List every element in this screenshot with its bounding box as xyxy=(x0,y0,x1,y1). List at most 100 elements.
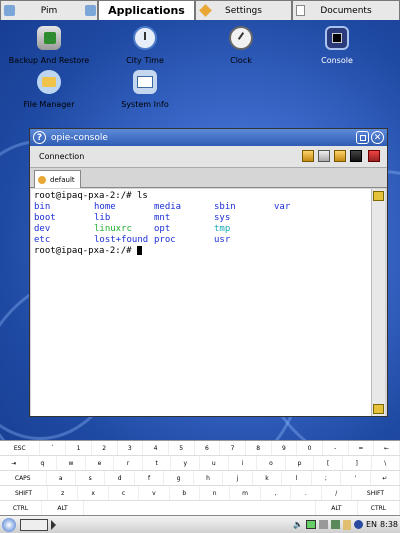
key[interactable]: 2 xyxy=(92,441,118,455)
key[interactable]: CTRL xyxy=(0,501,43,515)
key[interactable]: ; xyxy=(312,471,342,485)
key[interactable]: SHIFT xyxy=(0,486,49,500)
network-icon xyxy=(330,520,340,529)
keyboard-row: ⇥ q w e r t y u i o p[] \ xyxy=(0,456,400,471)
app-city-time[interactable]: City Time xyxy=(100,26,190,65)
space-key[interactable] xyxy=(84,501,316,515)
tab-default[interactable]: default xyxy=(34,170,81,188)
scroll-up-button[interactable] xyxy=(373,191,384,201)
key[interactable]: y xyxy=(171,456,201,470)
tab-applications[interactable]: Applications xyxy=(85,0,195,20)
display-icon xyxy=(353,520,363,529)
tab-pim[interactable]: Pim xyxy=(0,0,98,20)
key[interactable]: j xyxy=(223,471,253,485)
key[interactable]: \ xyxy=(372,456,400,470)
terminal-file-entry: dev xyxy=(34,224,51,234)
applications-icon xyxy=(85,5,96,16)
key[interactable]: s xyxy=(76,471,106,485)
key[interactable]: f xyxy=(135,471,165,485)
key[interactable]: z xyxy=(48,486,79,500)
key[interactable]: v xyxy=(139,486,170,500)
keyboard-toggle-icon[interactable] xyxy=(20,518,48,531)
maximize-button[interactable] xyxy=(356,131,369,144)
app-console[interactable]: Console xyxy=(292,26,382,65)
key[interactable]: ESC xyxy=(0,441,41,455)
key[interactable]: ← xyxy=(374,441,400,455)
terminal-output[interactable]: root@ipaq-pxa-2:/# ls bin home media sbin var… xyxy=(31,189,372,416)
help-button[interactable]: ? xyxy=(33,131,46,144)
close-button[interactable]: ✕ xyxy=(371,131,384,144)
launcher-tab-bar: Pim Applications Settings Documents xyxy=(0,0,400,20)
menu-connection[interactable]: Connection xyxy=(39,152,84,161)
keys-icon[interactable] xyxy=(350,150,362,162)
key[interactable]: ] xyxy=(343,456,372,470)
key[interactable]: - xyxy=(323,441,349,455)
key[interactable]: ALT xyxy=(42,501,85,515)
key[interactable]: 3 xyxy=(118,441,144,455)
key[interactable]: = xyxy=(349,441,375,455)
key[interactable]: a xyxy=(47,471,76,485)
terminal-icon[interactable] xyxy=(334,150,346,162)
key[interactable]: n xyxy=(200,486,231,500)
volume-icon[interactable]: 🔈 xyxy=(293,520,303,529)
key[interactable]: , xyxy=(261,486,292,500)
key[interactable]: p xyxy=(286,456,315,470)
fullscreen-icon[interactable] xyxy=(368,150,380,162)
key[interactable]: c xyxy=(109,486,140,500)
key[interactable]: g xyxy=(164,471,194,485)
opie-menu-button[interactable] xyxy=(2,517,16,532)
key[interactable]: e xyxy=(86,456,115,470)
key[interactable]: k xyxy=(253,471,283,485)
key[interactable]: 7 xyxy=(220,441,246,455)
key[interactable]: 9 xyxy=(272,441,298,455)
key[interactable]: m xyxy=(230,486,261,500)
key[interactable]: [ xyxy=(314,456,343,470)
tab-settings[interactable]: Settings xyxy=(195,0,292,20)
key[interactable]: 5 xyxy=(169,441,195,455)
key[interactable]: l xyxy=(282,471,312,485)
tab-documents[interactable]: Documents xyxy=(292,0,400,20)
terminal-file-entry: home xyxy=(94,202,116,212)
key[interactable]: w xyxy=(57,456,86,470)
key[interactable]: ' xyxy=(341,471,371,485)
app-system-info[interactable]: System Info xyxy=(100,70,190,109)
key[interactable]: CAPS xyxy=(0,471,47,485)
input-method-icon[interactable] xyxy=(51,519,61,530)
key[interactable]: SHIFT xyxy=(352,486,400,500)
key[interactable]: t xyxy=(143,456,172,470)
key[interactable]: i xyxy=(229,456,258,470)
key[interactable]: ⇥ xyxy=(0,456,29,470)
app-backup-restore[interactable]: Backup And Restore xyxy=(4,26,94,65)
key[interactable]: . xyxy=(291,486,322,500)
disconnect-icon[interactable] xyxy=(318,150,330,162)
key[interactable]: 6 xyxy=(195,441,221,455)
key[interactable]: q xyxy=(29,456,58,470)
key[interactable]: ↵ xyxy=(371,471,400,485)
key[interactable]: b xyxy=(170,486,200,500)
language-indicator[interactable]: EN xyxy=(366,520,377,529)
key[interactable]: d xyxy=(105,471,135,485)
key[interactable]: 8 xyxy=(246,441,272,455)
console-window: ? opie-console ✕ Connection default root… xyxy=(29,128,388,417)
terminal-file-entry: boot xyxy=(34,213,56,223)
app-clock[interactable]: Clock xyxy=(196,26,286,65)
key[interactable]: h xyxy=(194,471,224,485)
key[interactable]: ALT xyxy=(316,501,358,515)
key[interactable]: 0 xyxy=(297,441,323,455)
key[interactable]: 4 xyxy=(143,441,169,455)
key[interactable]: r xyxy=(114,456,143,470)
connect-icon[interactable] xyxy=(302,150,314,162)
key[interactable]: u xyxy=(200,456,229,470)
key[interactable]: x xyxy=(78,486,109,500)
terminal-scrollbar[interactable] xyxy=(371,189,385,416)
scroll-down-button[interactable] xyxy=(373,404,384,414)
terminal-file-entry xyxy=(274,235,334,246)
key[interactable]: 1 xyxy=(66,441,92,455)
key[interactable]: / xyxy=(322,486,352,500)
key[interactable]: CTRL xyxy=(358,501,400,515)
documents-icon xyxy=(296,5,305,16)
clock-display[interactable]: 8:38 xyxy=(380,520,398,529)
app-file-manager[interactable]: File Manager xyxy=(4,70,94,109)
key[interactable]: ` xyxy=(40,441,67,455)
key[interactable]: o xyxy=(257,456,286,470)
